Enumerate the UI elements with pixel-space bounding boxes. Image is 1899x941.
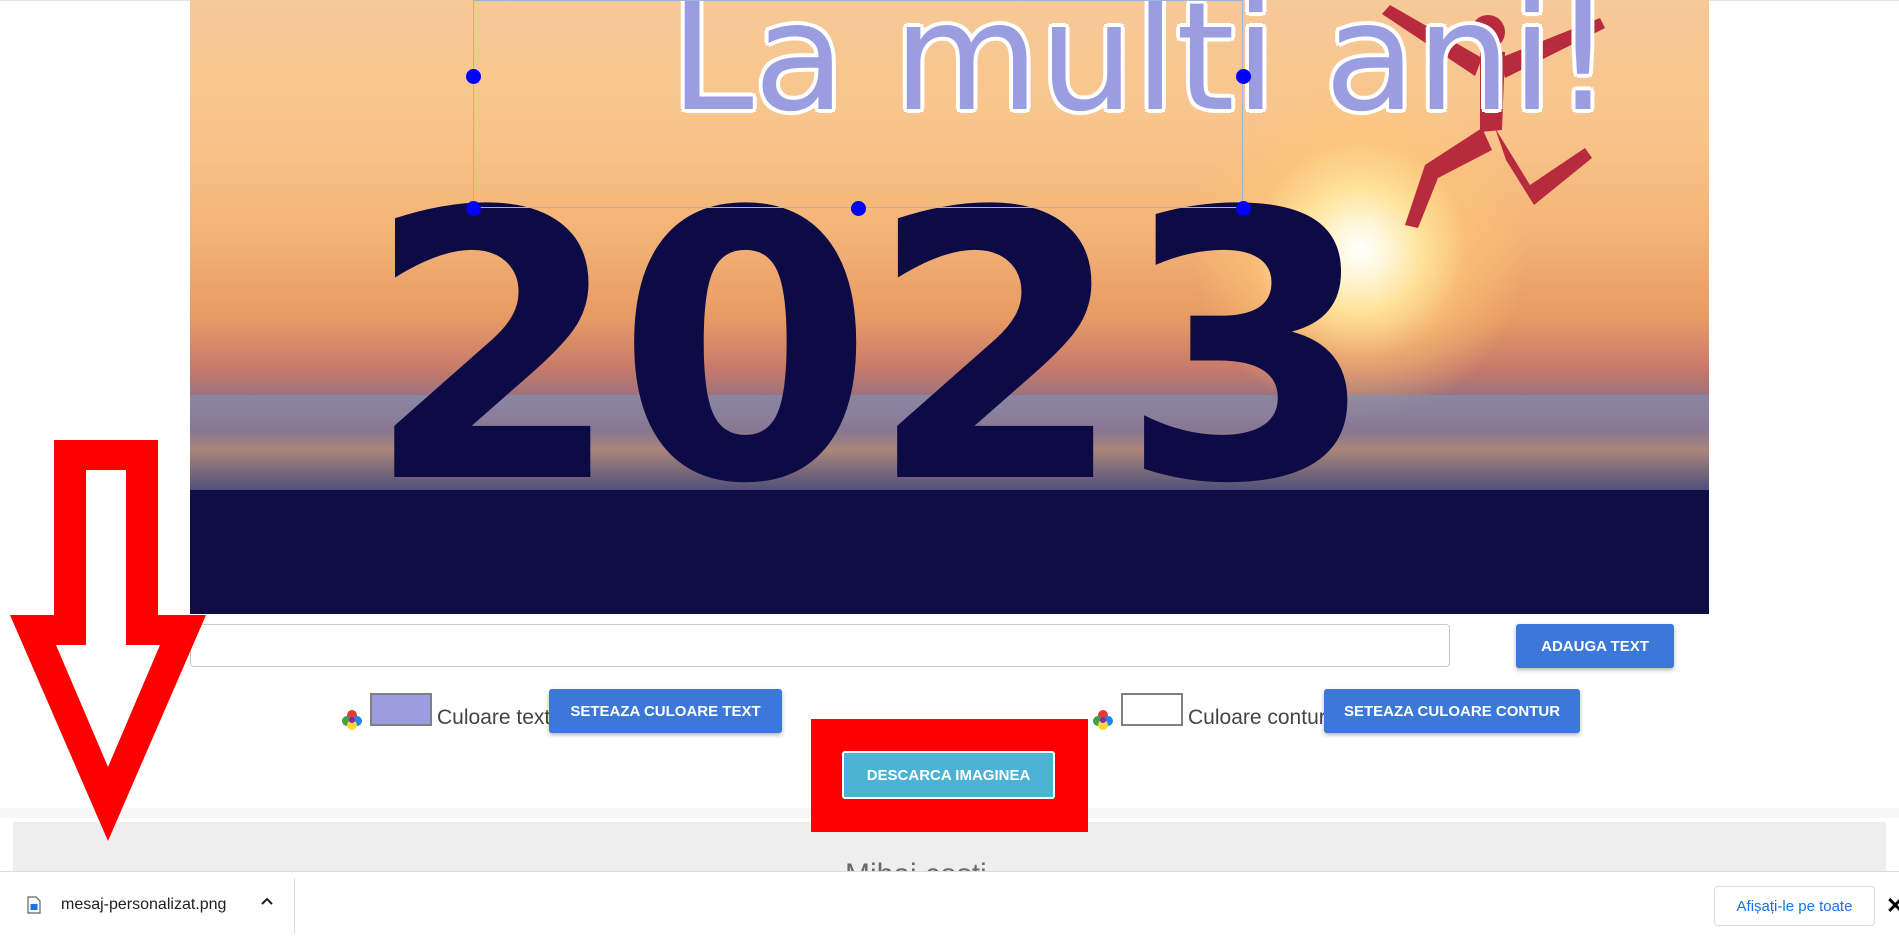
text-color-label: Culoare text [437, 706, 551, 729]
set-outline-color-button[interactable]: SETEAZA CULOARE CONTUR [1324, 689, 1580, 733]
outline-color-label: Culoare contur [1188, 706, 1326, 729]
text-input[interactable] [190, 624, 1450, 667]
chevron-up-icon[interactable] [258, 893, 276, 911]
resize-handle-bottom-left[interactable] [466, 201, 481, 216]
downloaded-file-name[interactable]: mesaj-personalizat.png [61, 896, 226, 914]
download-bar-divider [294, 878, 295, 934]
resize-handle-left[interactable] [466, 69, 481, 84]
add-text-button[interactable]: ADAUGA TEXT [1516, 624, 1674, 668]
download-bar [0, 871, 1899, 941]
download-image-button[interactable]: DESCARCA IMAGINEA [842, 751, 1055, 799]
resize-handle-bottom[interactable] [851, 201, 866, 216]
file-icon [27, 896, 41, 914]
text-selection-box[interactable] [473, 0, 1243, 208]
close-icon[interactable]: ✕ [1886, 893, 1899, 919]
color-palette-icon[interactable] [341, 709, 363, 731]
show-all-downloads-button[interactable]: Afișați-le pe toate [1714, 886, 1875, 926]
year-text: 2023 [365, 135, 1377, 565]
text-color-swatch[interactable] [370, 693, 432, 726]
resize-handle-right[interactable] [1236, 69, 1251, 84]
color-palette-icon[interactable] [1092, 709, 1114, 731]
outline-color-swatch[interactable] [1121, 693, 1183, 726]
set-text-color-button[interactable]: SETEAZA CULOARE TEXT [549, 689, 782, 733]
resize-handle-bottom-right[interactable] [1236, 201, 1251, 216]
down-arrow-annotation-icon [10, 440, 206, 841]
